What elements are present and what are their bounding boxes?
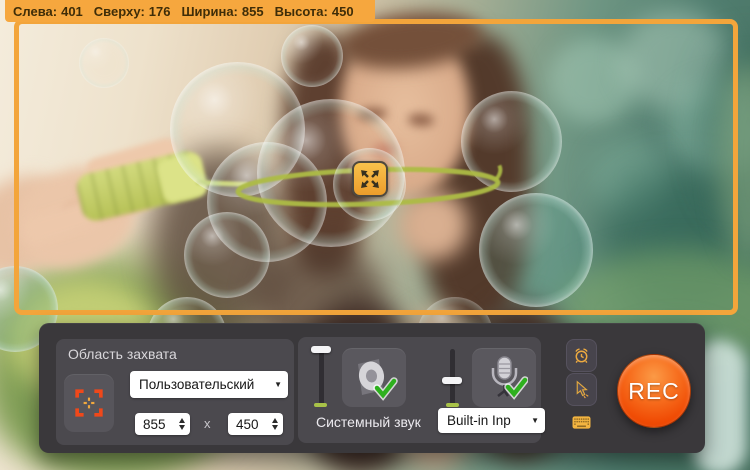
mic-volume-handle[interactable] [442,377,462,384]
alarm-clock-icon [573,343,590,368]
rec-button[interactable]: REC [617,354,691,428]
system-sound-label: Системный звук [316,414,421,430]
capture-height-readout: Высота:450 [275,4,354,19]
capture-left-readout: Слева:401 [13,4,83,19]
capture-preset-value: Пользовательский [139,377,270,392]
crosshair-icon [75,389,103,417]
show-keystrokes-button[interactable] [566,409,597,436]
microphone-toggle-button[interactable] [472,348,536,407]
capture-preset-dropdown[interactable]: Пользовательский ▼ [130,371,288,398]
mic-device-dropdown[interactable]: Built-in Inp ▼ [438,408,545,433]
mic-device-value: Built-in Inp [447,413,527,428]
times-label: x [204,416,211,431]
capture-info-bar: Слева:401 Сверху:176 Ширина:855 Высота:4… [5,0,375,22]
screen-recorder-app: Слева:401 Сверху:176 Ширина:855 Высота:4… [0,0,750,470]
width-stepper[interactable]: 855 [135,413,190,435]
rec-button-label: REC [628,378,680,405]
keyboard-icon [572,412,591,433]
capture-top-readout: Сверху:176 [94,4,171,19]
capture-move-handle[interactable] [352,161,388,197]
up-down-arrows-icon[interactable] [272,418,278,430]
chevron-down-icon: ▼ [531,416,539,425]
cursor-icon [573,377,590,402]
schedule-recording-button[interactable] [566,339,597,372]
height-stepper[interactable]: 450 [228,413,283,435]
chevron-down-icon: ▼ [274,380,282,389]
cursor-effects-button[interactable] [566,373,597,406]
system-volume-handle[interactable] [311,346,331,353]
capture-section-title: Область захвата [68,346,177,362]
width-value: 855 [143,417,179,432]
system-volume-slider[interactable] [319,349,324,407]
microphone-icon [480,355,528,401]
system-sound-toggle-button[interactable] [342,348,406,407]
system-volume-tick [314,403,327,407]
height-value: 450 [236,417,272,432]
speaker-icon [350,355,398,401]
capture-settings-section: Область захвата Пользовательский ▼ 855 [56,339,294,445]
mic-volume-tick [446,403,459,407]
control-panel: Область захвата Пользовательский ▼ 855 [39,323,705,453]
expand-arrows-icon [357,166,383,192]
capture-width-readout: Ширина:855 [181,4,263,19]
up-down-arrows-icon[interactable] [179,418,185,430]
select-capture-area-button[interactable] [64,374,114,432]
audio-settings-section: Системный звук Built-in Inp ▼ [298,337,541,443]
